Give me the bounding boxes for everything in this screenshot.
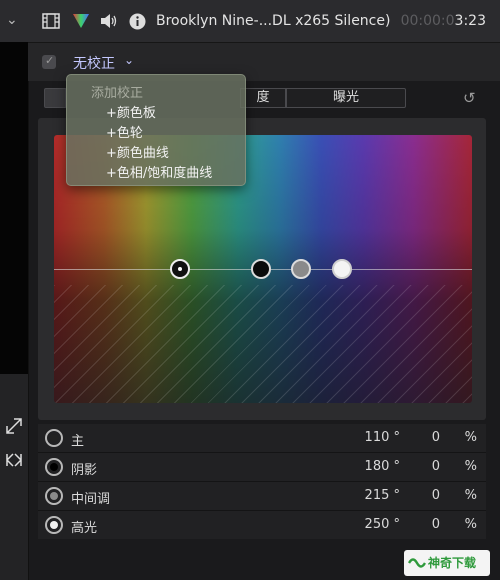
puck-highlights[interactable] — [332, 259, 352, 279]
row-unit: % — [464, 430, 477, 445]
watermark-logo-icon — [408, 558, 426, 568]
menu-item-color-board[interactable]: +颜色板 — [106, 102, 156, 121]
menu-item-color-wheels[interactable]: +色轮 — [106, 122, 143, 141]
row-label: 高光 — [71, 521, 98, 536]
correction-dropdown[interactable]: 无校正 — [73, 53, 115, 73]
row-sat-value[interactable]: 0 — [432, 517, 440, 532]
menu-header: 添加校正 — [91, 86, 144, 101]
info-icon[interactable] — [129, 13, 146, 30]
negative-region-hatch — [54, 285, 472, 403]
row-label: 中间调 — [71, 492, 111, 507]
expand-icon[interactable] — [4, 416, 24, 436]
film-strip-icon[interactable] — [42, 13, 60, 29]
swatch-icon — [45, 487, 63, 505]
timecode-dim: 00:00:0 — [400, 13, 455, 29]
puck-shadows[interactable] — [251, 259, 271, 279]
tab-color[interactable] — [44, 88, 66, 108]
speaker-icon[interactable] — [100, 13, 118, 29]
row-master[interactable]: 主 110 ° 0 % — [38, 424, 486, 452]
tab-saturation[interactable]: 主度 — [240, 88, 286, 108]
row-hue-value[interactable]: 180 ° — [365, 459, 400, 474]
row-label: 阴影 — [71, 463, 98, 478]
add-correction-menu: 添加校正 +颜色板 +色轮 +颜色曲线 +色相/饱和度曲线 — [66, 74, 246, 186]
checkmark-icon: ✓ — [45, 54, 55, 67]
swatch-icon — [45, 429, 63, 447]
swatch-icon — [45, 458, 63, 476]
row-hue-value[interactable]: 250 ° — [365, 517, 400, 532]
row-shadows[interactable]: 阴影 180 ° 0 % — [38, 453, 486, 481]
menu-item-color-curves[interactable]: +颜色曲线 — [106, 142, 169, 161]
split-arrows-icon[interactable] — [4, 450, 24, 470]
chevron-down-icon[interactable]: ⌄ — [6, 12, 18, 28]
timecode-bright: 3:23 — [454, 13, 486, 29]
timecode: 00:00:03:23 — [401, 13, 486, 29]
puck-midtones[interactable] — [291, 259, 311, 279]
row-hue-value[interactable]: 215 ° — [365, 488, 400, 503]
row-unit: % — [464, 488, 477, 503]
row-sat-value[interactable]: 0 — [432, 488, 440, 503]
swatch-fill — [50, 434, 58, 442]
tab-exposure[interactable]: 曝光 — [286, 88, 406, 108]
row-hue-value[interactable]: 110 ° — [365, 430, 400, 445]
swatch-fill — [50, 521, 58, 529]
row-unit: % — [464, 517, 477, 532]
color-triangle-icon[interactable] — [72, 13, 90, 29]
swatch-fill — [50, 492, 58, 500]
swatch-fill — [50, 463, 58, 471]
puck-selected-dot — [178, 267, 182, 271]
chevron-down-icon[interactable]: ⌄ — [124, 53, 134, 67]
row-sat-value[interactable]: 0 — [432, 430, 440, 445]
menu-item-hue-sat-curves[interactable]: +色相/饱和度曲线 — [106, 162, 212, 181]
row-unit: % — [464, 459, 477, 474]
swatch-icon — [45, 516, 63, 534]
inspector-header: Brooklyn Nine-...DL x265 Silence) 00:00:… — [28, 0, 500, 43]
row-sat-value[interactable]: 0 — [432, 459, 440, 474]
viewer-area — [0, 42, 28, 374]
reset-icon[interactable]: ↺ — [463, 89, 476, 107]
row-label: 主 — [71, 434, 85, 449]
correction-enable-checkbox[interactable]: ✓ — [42, 54, 56, 69]
left-toolbar: ⌄ — [0, 0, 28, 42]
puck-master[interactable] — [170, 259, 190, 279]
row-midtones[interactable]: 中间调 215 ° 0 % — [38, 482, 486, 510]
clip-title: Brooklyn Nine-...DL x265 Silence) — [156, 13, 391, 29]
watermark: 神奇下载 — [404, 550, 490, 576]
watermark-text: 神奇下载 — [428, 556, 477, 570]
row-highlights[interactable]: 高光 250 ° 0 % — [38, 511, 486, 539]
